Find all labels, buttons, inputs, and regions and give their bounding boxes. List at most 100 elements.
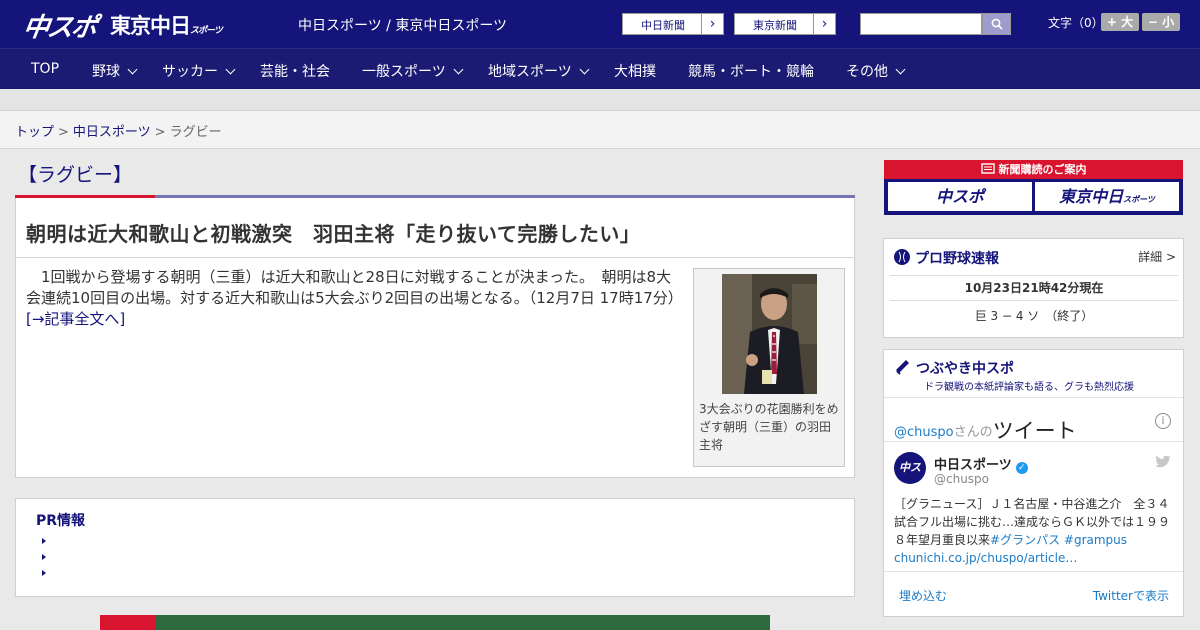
hashtag-link[interactable]: #grampus (1064, 533, 1127, 547)
ext-link-label: 東京新聞 (753, 19, 797, 32)
subscription-banner[interactable]: 新聞購読のご案内 中スポ 東京中日スポーツ (884, 160, 1183, 215)
tokyo-logo-text: 東京中日 (110, 14, 191, 38)
bullet-triangle-icon (42, 570, 46, 576)
article-card: 朝明は近大和歌山と初戦激突 羽田主将「走り抜いて完勝したい」 1回戦から登場する… (15, 198, 855, 478)
baseball-icon (894, 249, 910, 265)
ad-banner-accent (100, 615, 156, 630)
nav-label: その他 (846, 64, 888, 80)
subscribe-tokyo-button[interactable]: 東京中日スポーツ (1035, 182, 1179, 211)
megaphone-icon (896, 360, 909, 375)
tokyo-shimbun-link[interactable]: 東京新聞 › (734, 13, 836, 35)
breadcrumb: トップ > 中日スポーツ > ラグビー (15, 121, 222, 140)
avatar[interactable]: 中スポ (894, 452, 926, 506)
nav-entertainment[interactable]: 芸能・社会 (260, 61, 330, 81)
hashtag-link[interactable]: #グランパス (990, 533, 1060, 547)
subscribe-chuspo-button[interactable]: 中スポ (888, 182, 1032, 211)
ad-banner[interactable] (100, 615, 770, 630)
breadcrumb-separator: > (58, 125, 69, 140)
nav-local-sports[interactable]: 地域スポーツ (488, 61, 590, 81)
site-header: 中スポ 東京中日スポーツ 中日スポーツ / 東京中日スポーツ 中日新聞 › 東京… (0, 0, 1200, 48)
chunichi-shimbun-link[interactable]: 中日新聞 › (622, 13, 724, 35)
pr-title: PR情報 (36, 513, 86, 529)
twitter-bird-icon[interactable] (1155, 455, 1171, 469)
player-photo-image (722, 274, 817, 394)
chevron-right-icon: › (701, 14, 723, 34)
font-larger-button[interactable]: + 大 (1101, 13, 1139, 31)
baseball-timestamp: 10月23日21時42分現在 (890, 275, 1178, 301)
tweet-text: ［グラニュース］Ｊ１名古屋・中谷進之介 全３４試合フル出場に挑む…達成ならＧＫ以… (894, 495, 1176, 567)
read-more-link[interactable]: [→記事全文へ] (26, 310, 125, 328)
font-smaller-button[interactable]: − 小 (1142, 13, 1180, 31)
baseball-title: プロ野球速報 (915, 251, 999, 267)
tokyo-chunichi-logo[interactable]: 東京中日スポーツ (110, 10, 223, 40)
tweets-header: @chuspoさんのツイート i (884, 397, 1183, 443)
baseball-detail-link[interactable]: 詳細 > (1138, 248, 1176, 265)
twitter-widget-footer: 埋め込む Twitterで表示 (884, 571, 1183, 616)
twitter-handle-link[interactable]: @chuspo (894, 425, 954, 440)
spacer-bar (0, 89, 1200, 111)
twitter-widget: つぶやき中スポ ドラ観戦の本紙評論家も語る、グラも熱烈応援 @chuspoさんの… (883, 349, 1184, 617)
search-input[interactable] (860, 13, 982, 35)
nav-soccer[interactable]: サッカー (162, 61, 236, 81)
nav-label: 一般スポーツ (362, 64, 446, 80)
category-title: 【ラグビー】 (18, 164, 133, 186)
article-photo[interactable] (722, 274, 817, 394)
nav-label: 地域スポーツ (488, 64, 572, 80)
bullet-triangle-icon (42, 538, 46, 544)
breadcrumb-home-link[interactable]: トップ (15, 125, 54, 140)
info-icon[interactable]: i (1155, 413, 1171, 429)
nav-general-sports[interactable]: 一般スポーツ (362, 61, 464, 81)
pr-info-box: PR情報 (15, 498, 855, 597)
breadcrumb-separator: > (154, 125, 166, 140)
article-headline[interactable]: 朝明は近大和歌山と初戦激突 羽田主将「走り抜いて完勝したい」 (26, 218, 640, 247)
newspaper-icon (980, 163, 995, 174)
breadcrumb-section-link[interactable]: 中日スポーツ (73, 125, 151, 140)
bullet-triangle-icon (42, 554, 46, 560)
nav-label: 競馬・ボート・競輪 (688, 64, 814, 80)
tweet-article-link[interactable]: chunichi.co.jp/chuspo/article… (894, 551, 1077, 565)
nav-label: サッカー (162, 64, 218, 80)
photo-caption: 3大会ぶりの花園勝利をめざす朝明（三重）の羽田主将 (699, 402, 839, 452)
nav-label: TOP (31, 61, 60, 77)
article-photo-box: 3大会ぶりの花園勝利をめざす朝明（三重）の羽田主将 (693, 268, 845, 467)
subscription-title-text: 新聞購読のご案内 (998, 163, 1087, 176)
main-nav: TOP 野球 サッカー 芸能・社会 一般スポーツ 地域スポーツ 大相撲 競馬・ボ… (0, 48, 1200, 89)
tweet-account-name-text: 中日スポーツ (934, 458, 1012, 473)
breadcrumb-current: ラグビー (169, 125, 222, 140)
nav-other[interactable]: その他 (846, 61, 906, 81)
nav-baseball[interactable]: 野球 (92, 61, 138, 81)
twitter-widget-subtitle: ドラ観戦の本紙評論家も語る、グラも熱烈応援 (924, 382, 1134, 393)
tokyo-logo-small: スポーツ (190, 26, 223, 36)
nav-top[interactable]: TOP (31, 61, 59, 77)
ext-link-label: 中日新聞 (641, 19, 685, 32)
tweets-heading: @chuspoさんのツイート (894, 413, 1077, 443)
nav-label: 大相撲 (614, 64, 656, 80)
chevron-down-icon (579, 64, 590, 75)
search-button[interactable] (982, 13, 1011, 35)
divider (16, 257, 854, 258)
tweet-account-id[interactable]: @chuspo (934, 472, 989, 486)
nav-label: 芸能・社会 (260, 64, 330, 80)
nav-racing[interactable]: 競馬・ボート・競輪 (688, 61, 814, 81)
chevron-right-icon: › (813, 14, 835, 34)
pro-baseball-widget: プロ野球速報 詳細 > 10月23日21時42分現在 巨 3 − 4 ソ （終了… (883, 238, 1184, 338)
subscribe-tokyo-text: 東京中日 (1059, 187, 1124, 206)
chevron-down-icon (127, 64, 138, 75)
embed-link[interactable]: 埋め込む (899, 587, 947, 604)
subscription-title: 新聞購読のご案内 (884, 160, 1183, 179)
tweet-account-name[interactable]: 中日スポーツ ✓ (934, 454, 1028, 474)
nav-sumo[interactable]: 大相撲 (614, 61, 656, 81)
chevron-down-icon (453, 64, 464, 75)
tweets-heading-san: さんの (953, 425, 993, 440)
twitter-widget-title: つぶやき中スポ (916, 361, 1014, 377)
site-title: 中日スポーツ / 東京中日スポーツ (298, 18, 508, 34)
tweets-heading-label: ツイート (992, 419, 1077, 443)
view-on-twitter-link[interactable]: Twitterで表示 (1093, 587, 1169, 604)
baseball-score[interactable]: 巨 3 − 4 ソ （終了） (890, 307, 1178, 324)
verified-badge-icon: ✓ (1015, 462, 1028, 474)
article-lead-text: 1回戦から登場する朝明（三重）は近大和歌山と28日に対戦することが決まった。 朝… (26, 268, 691, 307)
subscribe-tokyo-small: スポーツ (1123, 195, 1155, 204)
article-lead: 1回戦から登場する朝明（三重）は近大和歌山と28日に対戦することが決まった。 朝… (26, 267, 681, 330)
chuspo-logo[interactable]: 中スポ (21, 7, 99, 43)
chevron-down-icon (895, 64, 906, 75)
